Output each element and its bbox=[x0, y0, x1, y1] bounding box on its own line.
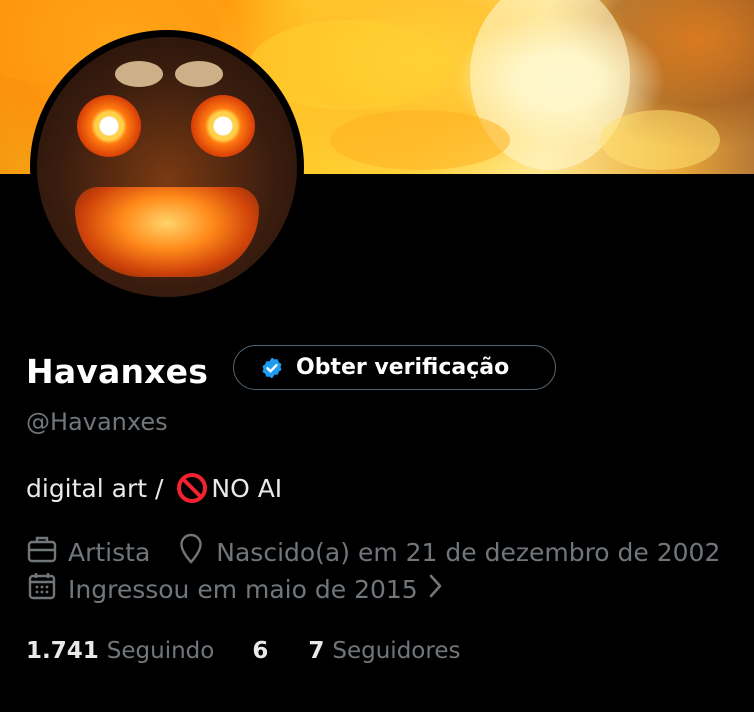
bio-text: digital art / bbox=[26, 473, 172, 503]
joined-text: Ingressou em maio de 2015 bbox=[68, 574, 418, 604]
following-stat[interactable]: 1.741 Seguindo bbox=[26, 638, 214, 664]
calendar-icon bbox=[26, 570, 58, 608]
profession-text: Artista bbox=[68, 537, 151, 567]
verified-badge-icon bbox=[260, 356, 284, 380]
birthday-text: Nascido(a) em 21 de dezembro de 2002 bbox=[216, 537, 721, 567]
location-pin-icon bbox=[178, 533, 204, 571]
followers-label: Seguidores bbox=[332, 638, 461, 664]
profile-meta-row-1: Artista Nascido(a) em 21 de dezembro de … bbox=[26, 533, 720, 571]
profile-bio: digital art / NO AI bbox=[26, 471, 282, 505]
profile-avatar[interactable] bbox=[30, 30, 304, 304]
briefcase-icon bbox=[26, 534, 58, 570]
following-count: 1.741 bbox=[26, 638, 99, 664]
unlabeled-stat[interactable]: 6 bbox=[252, 638, 276, 664]
avatar-image bbox=[37, 37, 297, 297]
display-name: Havanxes bbox=[26, 352, 209, 391]
profile-handle: @Havanxes bbox=[26, 408, 168, 436]
unlabeled-count: 6 bbox=[252, 638, 269, 664]
bio-no-ai-text: NO AI bbox=[211, 473, 283, 503]
no-entry-icon bbox=[175, 471, 209, 505]
get-verified-label: Obter verificação bbox=[296, 355, 510, 380]
get-verified-button[interactable]: Obter verificação bbox=[233, 345, 556, 390]
followers-stat[interactable]: 7 Seguidores bbox=[308, 638, 460, 664]
profile-meta-row-2: Ingressou em maio de 2015 bbox=[26, 570, 444, 608]
chevron-right-icon[interactable] bbox=[428, 572, 444, 606]
following-label: Seguindo bbox=[106, 638, 215, 664]
profile-stats: 1.741 Seguindo 6 7 Seguidores bbox=[26, 638, 460, 664]
followers-count: 7 bbox=[308, 638, 325, 664]
